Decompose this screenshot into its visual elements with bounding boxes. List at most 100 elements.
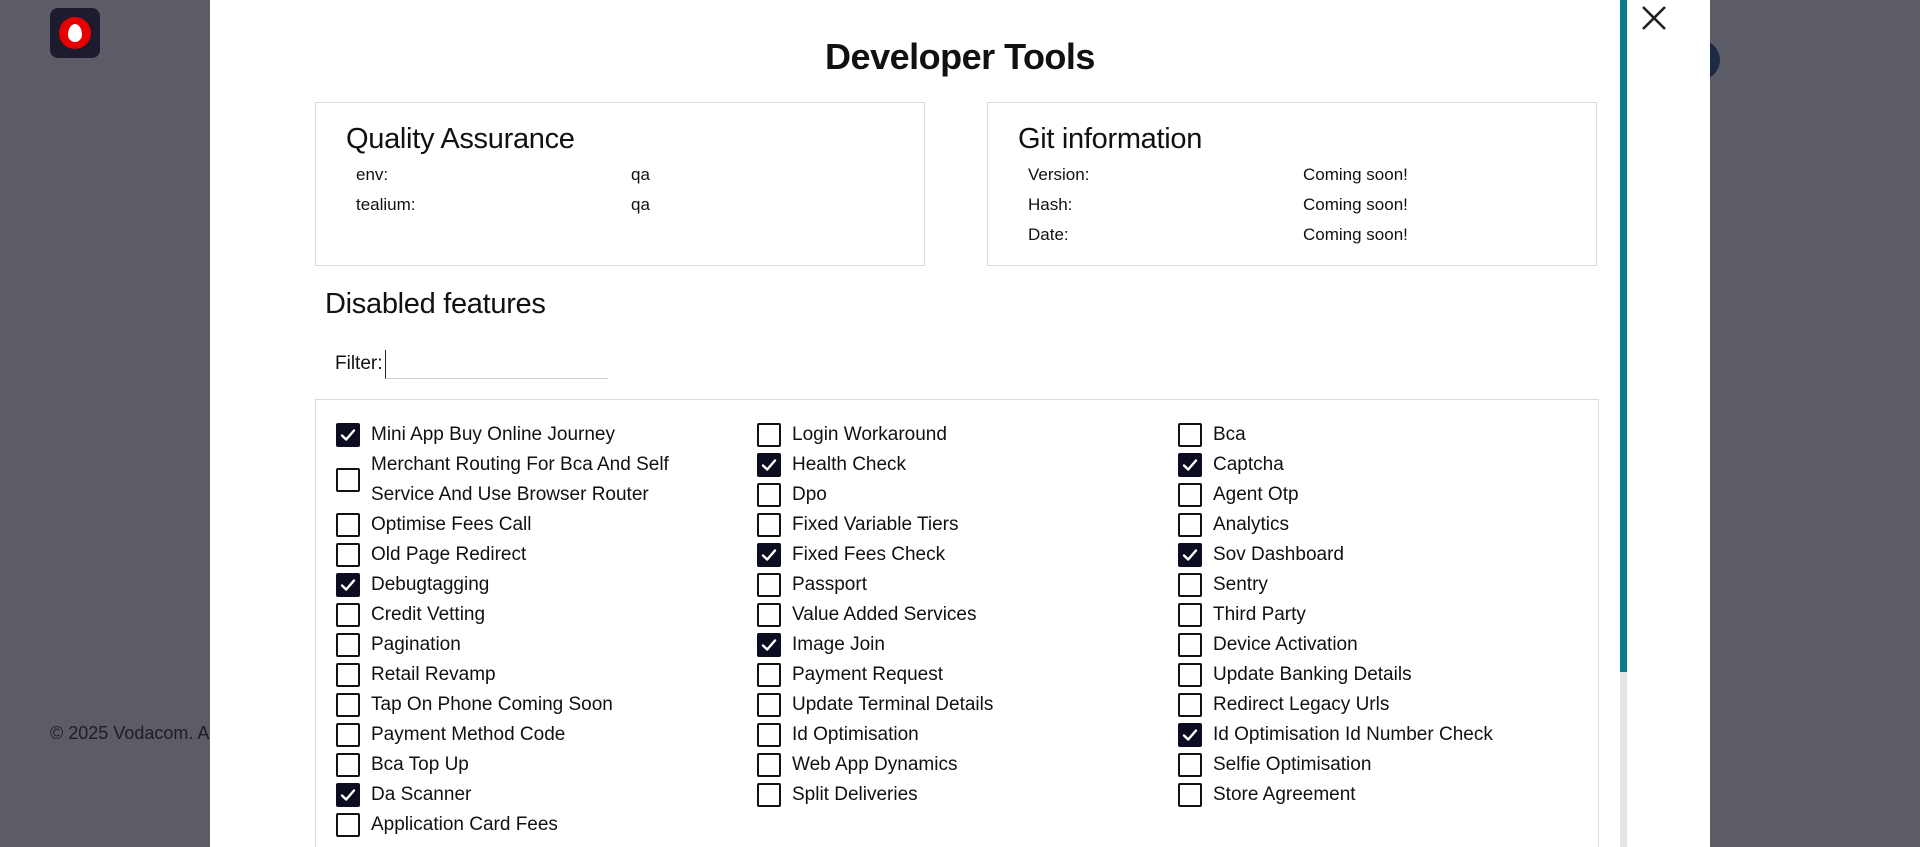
feature-item[interactable]: Sov Dashboard [1178,540,1578,570]
feature-item[interactable]: Credit Vetting [336,600,736,630]
feature-label: Old Page Redirect [371,544,527,565]
feature-item[interactable]: Optimise Fees Call [336,510,736,540]
feature-label: Optimise Fees Call [371,514,532,535]
feature-item[interactable]: Health Check [757,450,1157,480]
feature-checkbox[interactable] [1178,513,1202,537]
feature-item[interactable]: Store Agreement [1178,780,1578,810]
feature-item[interactable]: Update Banking Details [1178,660,1578,690]
checkmark-icon [1182,459,1198,471]
feature-checkbox[interactable] [1178,753,1202,777]
feature-label: Debugtagging [371,574,490,595]
feature-label: Payment Request [792,664,944,685]
feature-label: Retail Revamp [371,664,496,685]
feature-checkbox[interactable] [757,603,781,627]
feature-checkbox[interactable] [1178,783,1202,807]
feature-item[interactable]: Payment Request [757,660,1157,690]
scrollbar-thumb[interactable] [1620,0,1627,672]
feature-checkbox[interactable] [1178,633,1202,657]
feature-item[interactable]: Bca Top Up [336,750,736,780]
feature-item[interactable]: Passport [757,570,1157,600]
feature-checkbox[interactable] [757,513,781,537]
feature-checkbox[interactable] [1178,453,1202,477]
feature-checkbox[interactable] [1178,723,1202,747]
feature-item[interactable]: Debugtagging [336,570,736,600]
feature-checkbox[interactable] [757,723,781,747]
feature-checkbox[interactable] [336,423,360,447]
feature-label: Update Terminal Details [792,694,994,715]
feature-checkbox[interactable] [1178,693,1202,717]
feature-checkbox[interactable] [1178,543,1202,567]
feature-item[interactable]: Tap On Phone Coming Soon [336,690,736,720]
feature-checkbox[interactable] [757,573,781,597]
feature-item[interactable]: Da Scanner [336,780,736,810]
feature-checkbox[interactable] [757,663,781,687]
feature-checkbox[interactable] [336,693,360,717]
feature-label: Agent Otp [1213,484,1299,505]
feature-checkbox[interactable] [1178,663,1202,687]
feature-checkbox[interactable] [336,513,360,537]
feature-item[interactable]: Split Deliveries [757,780,1157,810]
feature-checkbox[interactable] [336,753,360,777]
feature-item[interactable]: Id Optimisation [757,720,1157,750]
feature-item[interactable]: Login Workaround [757,420,1157,450]
feature-item[interactable]: Retail Revamp [336,660,736,690]
feature-checkbox[interactable] [336,783,360,807]
feature-item[interactable]: Agent Otp [1178,480,1578,510]
filter-input[interactable] [385,350,608,379]
feature-item[interactable]: Application Card Fees [336,810,736,840]
feature-item[interactable]: Analytics [1178,510,1578,540]
feature-label: Id Optimisation Id Number Check [1213,724,1493,745]
qa-row-value: qa [631,165,650,184]
feature-checkbox[interactable] [336,813,360,837]
git-row-value: Coming soon! [1303,225,1408,244]
feature-item[interactable]: Mini App Buy Online Journey [336,420,736,450]
feature-checkbox[interactable] [1178,483,1202,507]
feature-item[interactable]: Third Party [1178,600,1578,630]
feature-item[interactable]: Redirect Legacy Urls [1178,690,1578,720]
close-button[interactable] [1634,0,1674,36]
feature-checkbox[interactable] [1178,423,1202,447]
feature-checkbox[interactable] [757,783,781,807]
feature-item[interactable]: Selfie Optimisation [1178,750,1578,780]
feature-item[interactable]: Captcha [1178,450,1578,480]
feature-checkbox[interactable] [336,543,360,567]
feature-item[interactable]: Old Page Redirect [336,540,736,570]
feature-item[interactable]: Fixed Variable Tiers [757,510,1157,540]
checkmark-icon [1182,729,1198,741]
feature-checkbox[interactable] [336,603,360,627]
feature-checkbox[interactable] [757,633,781,657]
feature-item[interactable]: Bca [1178,420,1578,450]
feature-item[interactable]: Dpo [757,480,1157,510]
feature-item[interactable]: Web App Dynamics [757,750,1157,780]
feature-item[interactable]: Merchant Routing For Bca And Self Servic… [336,450,736,510]
feature-checkbox[interactable] [757,483,781,507]
feature-label: Split Deliveries [792,784,918,805]
feature-label: Selfie Optimisation [1213,754,1372,775]
feature-label: Pagination [371,634,461,655]
scrollbar[interactable] [1620,0,1627,847]
features-column-1: Mini App Buy Online Journey Merchant Rout… [336,420,736,840]
feature-checkbox[interactable] [757,693,781,717]
feature-checkbox[interactable] [757,453,781,477]
feature-item[interactable]: Pagination [336,630,736,660]
feature-item[interactable]: Sentry [1178,570,1578,600]
feature-checkbox[interactable] [336,633,360,657]
vodacom-logo[interactable] [50,8,100,58]
feature-checkbox[interactable] [336,468,360,492]
feature-checkbox[interactable] [757,423,781,447]
feature-checkbox[interactable] [757,543,781,567]
feature-item[interactable]: Value Added Services [757,600,1157,630]
feature-checkbox[interactable] [336,573,360,597]
feature-item[interactable]: Device Activation [1178,630,1578,660]
feature-checkbox[interactable] [1178,573,1202,597]
feature-item[interactable]: Update Terminal Details [757,690,1157,720]
feature-checkbox[interactable] [336,663,360,687]
feature-item[interactable]: Image Join [757,630,1157,660]
feature-item[interactable]: Id Optimisation Id Number Check [1178,720,1578,750]
feature-label: Sentry [1213,574,1268,595]
feature-item[interactable]: Payment Method Code [336,720,736,750]
feature-checkbox[interactable] [757,753,781,777]
feature-checkbox[interactable] [1178,603,1202,627]
feature-checkbox[interactable] [336,723,360,747]
feature-item[interactable]: Fixed Fees Check [757,540,1157,570]
